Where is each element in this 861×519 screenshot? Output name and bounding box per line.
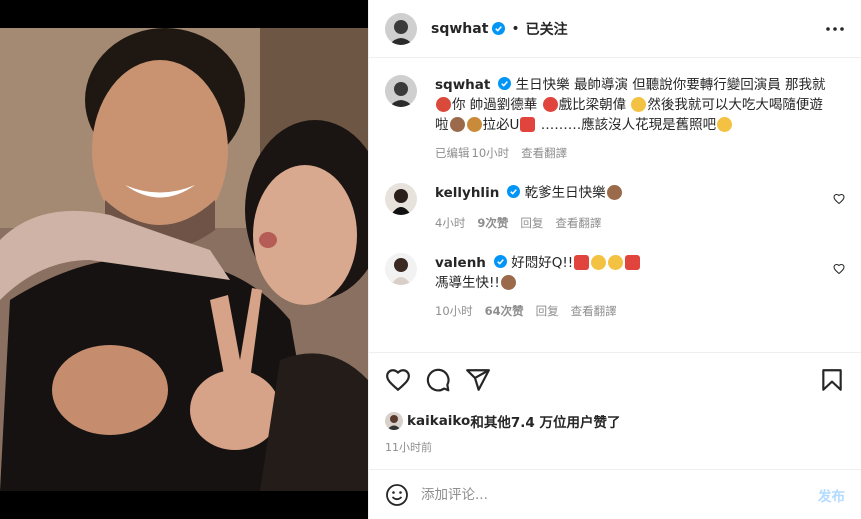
cake-emoji-icon <box>500 275 516 290</box>
caption-translate-link[interactable]: 查看翻譯 <box>521 145 567 161</box>
more-options-button[interactable] <box>823 17 847 41</box>
cake-emoji-icon <box>449 117 465 132</box>
comment-text-line-2: 馮導生快!! <box>435 275 500 291</box>
comment-text-line-1: 好悶好Q!! <box>511 255 574 271</box>
emoji-picker-icon[interactable] <box>385 483 409 507</box>
verified-icon <box>498 77 512 90</box>
post-sidebar: sqwhat • 已关注 sqwhat 生日快樂 最帥導演 但聽說你要轉行變回演… <box>368 0 861 519</box>
comment-username[interactable]: kellyhlin <box>435 185 499 201</box>
caption-username[interactable]: sqwhat <box>435 77 490 93</box>
separator-dot: • <box>511 20 520 37</box>
comment-item: valenh 好悶好Q!! 馮導生快!! 10小时 64次赞 回复 查看翻譯 <box>385 253 847 319</box>
caption-line-2c: 然後我就可以大吃大喝隨便遊 <box>647 97 823 113</box>
translate-link[interactable]: 查看翻譯 <box>555 215 601 231</box>
caption-meta: 已编辑 10小时 查看翻譯 <box>435 145 847 161</box>
share-icon[interactable] <box>465 367 491 393</box>
likes-count-text[interactable]: 和其他7.4 万位用户赞了 <box>470 411 620 431</box>
more-icon <box>826 26 844 31</box>
thumbs-up-emoji-icon <box>631 97 647 112</box>
comment-username[interactable]: valenh <box>435 255 486 271</box>
liker-avatar <box>385 412 403 430</box>
follow-status-button[interactable]: 已关注 <box>526 19 568 39</box>
caption-time: 10小时 <box>471 146 510 160</box>
verified-icon <box>492 22 506 35</box>
post-comment-button[interactable]: 发布 <box>818 485 845 505</box>
post-timestamp: 11小时前 <box>385 441 432 454</box>
action-bar: kaikaiko 和其他7.4 万位用户赞了 11小时前 <box>369 352 861 455</box>
caption-line-1: 生日快樂 最帥導演 但聽說你要轉行變回演員 那我就 <box>515 77 826 93</box>
post-image <box>0 0 368 519</box>
post-photo[interactable] <box>0 0 368 519</box>
comment-time: 10小时 <box>435 304 473 318</box>
laugh-emoji-icon <box>608 255 624 270</box>
comment-avatar[interactable] <box>385 183 417 215</box>
caption-text: sqwhat 生日快樂 最帥導演 但聽說你要轉行變回演員 那我就 你 帥過劉德華… <box>435 75 847 135</box>
smile-emoji-icon <box>717 117 733 132</box>
comment-likes[interactable]: 9次赞 <box>477 215 508 231</box>
star-eyes-emoji-icon <box>591 255 607 270</box>
caption-line-3b: 拉必U <box>482 117 520 133</box>
comment-input[interactable] <box>421 486 818 503</box>
caption-line-2b: 戲比梁朝偉 <box>558 97 627 113</box>
caption-line-3c: ………應該沒人花現是舊照吧 <box>540 117 717 133</box>
verified-icon <box>507 185 521 198</box>
reply-button[interactable]: 回复 <box>520 215 543 231</box>
comment-icon[interactable] <box>425 367 451 393</box>
like-comment-heart-icon[interactable] <box>833 193 845 205</box>
author-avatar[interactable] <box>385 12 417 45</box>
translate-link[interactable]: 查看翻譯 <box>571 303 617 319</box>
comment-text: 乾爹生日快樂 <box>524 185 606 201</box>
likes-summary[interactable]: kaikaiko 和其他7.4 万位用户赞了 <box>385 411 845 431</box>
edited-label: 已编辑 <box>435 146 470 160</box>
comment-time: 4小时 <box>435 216 466 230</box>
heart-emoji-icon <box>625 255 641 270</box>
author-username[interactable]: sqwhat <box>431 21 488 37</box>
caption-avatar[interactable] <box>385 75 417 107</box>
caption: sqwhat 生日快樂 最帥導演 但聽說你要轉行變回演員 那我就 你 帥過劉德華… <box>385 75 847 161</box>
caption-line-2a: 你 帥過劉德華 <box>452 97 538 113</box>
pray-emoji-icon <box>436 97 451 112</box>
post-header: sqwhat • 已关注 <box>369 0 861 58</box>
comment-likes[interactable]: 64次赞 <box>485 303 524 319</box>
save-bookmark-icon[interactable] <box>819 367 845 393</box>
like-comment-heart-icon[interactable] <box>833 263 845 275</box>
reply-button[interactable]: 回复 <box>536 303 559 319</box>
heart-emoji-icon <box>520 117 536 132</box>
party-emoji-icon <box>466 117 482 132</box>
rose-emoji-icon <box>542 97 558 112</box>
like-heart-icon[interactable] <box>385 367 411 393</box>
verified-icon <box>493 255 507 268</box>
comment-item: kellyhlin 乾爹生日快樂 4小时 9次赞 回复 查看翻譯 <box>385 183 847 231</box>
cake-emoji-icon <box>606 185 622 200</box>
add-comment-bar: 发布 <box>369 469 861 519</box>
comment-avatar[interactable] <box>385 253 417 285</box>
liker-username[interactable]: kaikaiko <box>407 413 470 429</box>
comments-list: sqwhat 生日快樂 最帥導演 但聽說你要轉行變回演員 那我就 你 帥過劉德華… <box>369 59 861 352</box>
caption-line-3a: 啦 <box>435 117 449 133</box>
heart-emoji-icon <box>574 255 590 270</box>
